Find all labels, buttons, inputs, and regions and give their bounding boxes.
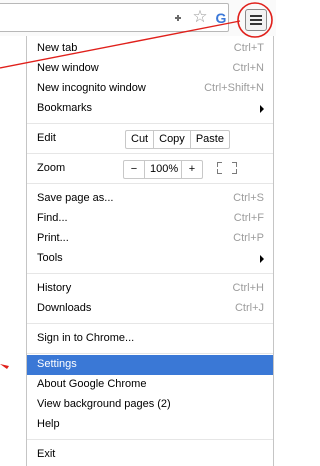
edit-button-group: Cut Copy Paste — [125, 130, 230, 149]
menu-item-shortcut: Ctrl+P — [233, 232, 264, 244]
menu-item-new-incognito-window[interactable]: New incognito window Ctrl+Shift+N — [27, 79, 273, 99]
menu-item-edit: Edit Cut Copy Paste — [27, 129, 273, 149]
zoom-button-group: − 100% + — [123, 160, 203, 179]
menu-item-shortcut: Ctrl+H — [232, 282, 264, 294]
menu-separator — [27, 323, 273, 324]
menu-item-label: Edit — [37, 132, 56, 144]
menu-separator — [27, 153, 273, 154]
menu-item-shortcut: Ctrl+S — [233, 192, 264, 204]
menu-separator — [27, 439, 273, 440]
menu-item-label: History — [37, 282, 72, 294]
menu-item-sign-in[interactable]: Sign in to Chrome... — [27, 329, 273, 349]
copy-button[interactable]: Copy — [153, 131, 190, 148]
menu-item-shortcut: Ctrl+T — [233, 42, 264, 54]
menu-item-label: Downloads — [37, 302, 92, 314]
menu-item-label: Exit — [37, 448, 56, 460]
menu-separator — [27, 273, 273, 274]
menu-item-label: Tools — [37, 252, 63, 264]
annotation-arrow — [0, 364, 9, 369]
menu-item-new-tab[interactable]: New tab Ctrl+T — [27, 39, 273, 59]
menu-item-zoom: Zoom − 100% + — [27, 159, 273, 179]
menu-item-label: Settings — [37, 358, 77, 370]
menu-item-background-pages[interactable]: View background pages (2) — [27, 395, 273, 415]
menu-item-label: New incognito window — [37, 82, 146, 94]
g-icon[interactable]: G — [214, 10, 228, 26]
menu-item-label: New window — [37, 62, 99, 74]
menu-item-downloads[interactable]: Downloads Ctrl+J — [27, 299, 273, 319]
menu-item-shortcut: Ctrl+Shift+N — [204, 82, 264, 94]
menu-item-bookmarks[interactable]: Bookmarks — [27, 99, 273, 119]
menu-item-label: Help — [37, 418, 60, 430]
menu-item-history[interactable]: History Ctrl+H — [27, 279, 273, 299]
menu-item-label: About Google Chrome — [37, 378, 147, 390]
menu-item-settings[interactable]: Settings — [27, 355, 273, 375]
submenu-arrow-icon — [260, 105, 264, 113]
menu-item-label: Save page as... — [37, 192, 114, 204]
chrome-menu-button[interactable] — [245, 9, 267, 31]
menu-item-print[interactable]: Print... Ctrl+P — [27, 229, 273, 249]
menu-item-tools[interactable]: Tools — [27, 249, 273, 269]
menu-item-shortcut: Ctrl+F — [233, 212, 264, 224]
menu-item-save-page[interactable]: Save page as... Ctrl+S — [27, 189, 273, 209]
cut-button[interactable]: Cut — [126, 131, 153, 148]
fullscreen-icon[interactable] — [217, 162, 237, 174]
star-icon[interactable]: ☆ — [190, 7, 210, 27]
menu-item-label: New tab — [37, 42, 78, 54]
menu-item-shortcut: Ctrl+N — [232, 62, 264, 74]
menu-item-label: Print... — [37, 232, 69, 244]
menu-item-label: View background pages (2) — [37, 398, 171, 410]
zoom-level: 100% — [144, 161, 181, 178]
menu-item-find[interactable]: Find... Ctrl+F — [27, 209, 273, 229]
menu-item-label: Sign in to Chrome... — [37, 332, 135, 344]
hamburger-menu-icon — [250, 15, 262, 25]
submenu-arrow-icon — [260, 255, 264, 263]
menu-separator — [27, 183, 273, 184]
zoom-out-button[interactable]: − — [124, 161, 144, 178]
menu-item-about[interactable]: About Google Chrome — [27, 375, 273, 395]
paste-button[interactable]: Paste — [189, 131, 229, 148]
menu-item-exit[interactable]: Exit — [27, 445, 273, 465]
menu-item-label: Zoom — [37, 162, 66, 174]
browser-toolbar: ☆ G — [0, 0, 276, 36]
zoom-in-button[interactable]: + — [181, 161, 202, 178]
chrome-menu: New tab Ctrl+T New window Ctrl+N New inc… — [26, 36, 274, 466]
puzzle-extension-icon[interactable] — [172, 11, 186, 25]
menu-item-label: Bookmarks — [37, 102, 93, 114]
menu-item-shortcut: Ctrl+J — [234, 302, 264, 314]
menu-item-label: Find... — [37, 212, 68, 224]
menu-item-new-window[interactable]: New window Ctrl+N — [27, 59, 273, 79]
menu-separator — [27, 353, 273, 354]
menu-separator — [27, 123, 273, 124]
menu-item-help[interactable]: Help — [27, 415, 273, 435]
